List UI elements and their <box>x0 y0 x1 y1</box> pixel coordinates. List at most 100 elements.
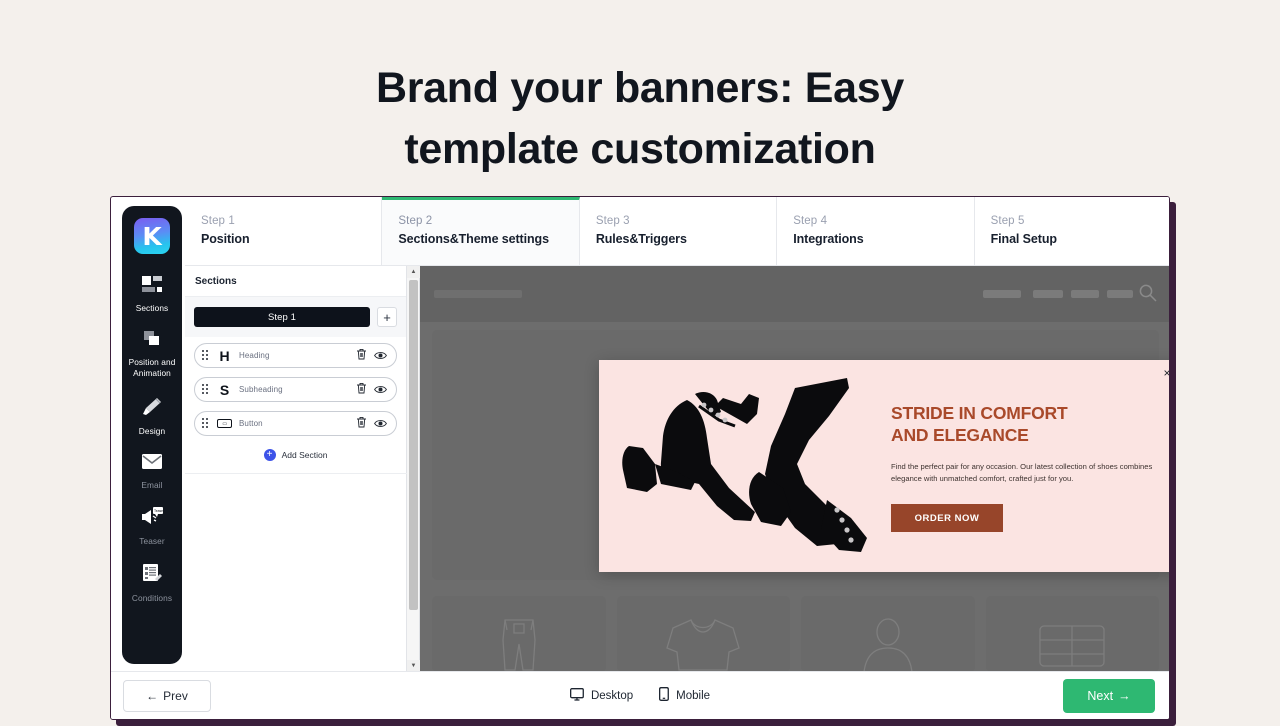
rail-item-label: Position and Animation <box>123 357 181 379</box>
drag-handle-icon[interactable] <box>202 384 210 395</box>
preview-nav-link <box>1071 290 1099 298</box>
desktop-label: Desktop <box>591 690 633 702</box>
rail-item-label: Design <box>139 426 165 437</box>
banner-body-text: Find the perfect pair for any occasion. … <box>891 461 1153 486</box>
mobile-label: Mobile <box>676 690 710 702</box>
rail-item-email[interactable]: Email <box>123 453 181 491</box>
prev-label: Prev <box>163 689 188 703</box>
banner-heading-line2: AND ELEGANCE <box>891 425 1029 445</box>
banner-popup: × <box>599 360 1170 572</box>
step-tab-1[interactable]: Step 1 Position <box>185 197 382 266</box>
svg-text:Teaser: Teaser <box>154 509 164 513</box>
section-item-subheading[interactable]: S Subheading <box>194 377 397 402</box>
rail-item-design[interactable]: Design <box>123 396 181 437</box>
envelope-icon <box>141 453 163 475</box>
rail-item-teaser[interactable]: Teaser Teaser <box>123 507 181 547</box>
panel-scrollbar[interactable]: ▲ ▼ <box>407 266 420 672</box>
section-label: Button <box>239 419 349 428</box>
device-toggle-group: Desktop Mobile <box>570 687 710 704</box>
close-icon[interactable]: × <box>1159 365 1170 381</box>
add-section-button[interactable]: + Add Section <box>194 445 397 461</box>
section-label: Subheading <box>239 385 349 394</box>
visibility-eye-icon[interactable] <box>374 415 387 433</box>
drag-handle-icon[interactable] <box>202 418 210 429</box>
preview-site-nav <box>420 266 1170 322</box>
rail-item-conditions[interactable]: Conditions <box>123 563 181 604</box>
rail-item-label: Teaser <box>139 536 165 547</box>
visibility-eye-icon[interactable] <box>374 347 387 365</box>
sections-icon <box>142 276 162 298</box>
device-toggle-mobile[interactable]: Mobile <box>659 687 710 704</box>
section-list: H Heading <box>185 337 406 461</box>
add-section-label: Add Section <box>282 450 328 460</box>
preview-nav-link <box>983 290 1021 298</box>
heading-icon: H <box>216 348 233 364</box>
visibility-eye-icon[interactable] <box>374 381 387 399</box>
drag-handle-icon[interactable] <box>202 350 210 361</box>
product-card-pants <box>432 596 606 672</box>
preview-nav-link <box>1033 290 1063 298</box>
megaphone-icon: Teaser <box>140 507 164 531</box>
subheading-icon: S <box>216 382 233 398</box>
bottom-toolbar: ← Prev Desktop <box>111 671 1169 719</box>
preview-product-cards <box>432 596 1159 672</box>
panel-divider <box>185 473 407 474</box>
step-number: Step 2 <box>398 215 578 227</box>
product-card-bag <box>986 596 1160 672</box>
prev-button[interactable]: ← Prev <box>123 680 211 712</box>
step-number: Step 3 <box>596 215 776 227</box>
preview-nav-link <box>1107 290 1133 298</box>
delete-icon[interactable] <box>356 347 367 365</box>
page-title-line2: template customization <box>0 119 1280 180</box>
next-button[interactable]: Next → <box>1063 679 1155 713</box>
rail-item-sections[interactable]: Sections <box>123 276 181 314</box>
step-label: Integrations <box>793 232 973 246</box>
device-toggle-desktop[interactable]: Desktop <box>570 688 633 704</box>
rail-item-position-and-animation[interactable]: Position and Animation <box>123 330 181 379</box>
section-label: Heading <box>239 351 349 360</box>
brush-icon <box>141 396 163 421</box>
step-number: Step 1 <box>201 215 381 227</box>
add-step-button[interactable]: + <box>377 307 397 327</box>
prev-arrow-icon: ← <box>146 689 158 703</box>
step-chip[interactable]: Step 1 <box>194 307 370 327</box>
step-number: Step 4 <box>793 215 973 227</box>
plus-circle-icon: + <box>264 449 276 461</box>
next-label: Next <box>1087 689 1113 703</box>
sections-panel: Sections Step 1 + H Heading <box>185 266 407 672</box>
app-logo[interactable]: K <box>134 218 170 254</box>
step-tab-3[interactable]: Step 3 Rules&Triggers <box>580 197 777 266</box>
section-item-heading[interactable]: H Heading <box>194 343 397 368</box>
rail-item-label: Email <box>141 480 162 491</box>
step-label: Final Setup <box>991 232 1170 246</box>
button-element-icon: ▭ <box>217 419 232 428</box>
scroll-up-arrow-icon[interactable]: ▲ <box>407 266 420 278</box>
step-tab-5[interactable]: Step 5 Final Setup <box>975 197 1170 266</box>
mobile-phone-icon <box>659 687 669 704</box>
preview-canvas: × <box>420 266 1170 672</box>
banner-heading: STRIDE IN COMFORT AND ELEGANCE <box>891 402 1170 447</box>
page-title-line1: Brand your banners: Easy <box>376 64 904 112</box>
banner-heading-line1: STRIDE IN COMFORT <box>891 403 1067 423</box>
section-item-button[interactable]: ▭ Button <box>194 411 397 436</box>
step-tab-4[interactable]: Step 4 Integrations <box>777 197 974 266</box>
delete-icon[interactable] <box>356 381 367 399</box>
banner-shoes-image <box>599 360 891 572</box>
desktop-monitor-icon <box>570 688 584 704</box>
product-card-person <box>801 596 975 672</box>
left-icon-rail: K Sections <box>122 206 182 664</box>
scrollbar-thumb[interactable] <box>409 280 418 610</box>
next-arrow-icon: → <box>1118 689 1131 703</box>
preview-site-logo <box>434 290 522 298</box>
order-now-button[interactable]: ORDER NOW <box>891 504 1003 532</box>
position-animation-icon <box>142 330 162 352</box>
product-card-sweater <box>617 596 791 672</box>
step-label: Position <box>201 232 381 246</box>
delete-icon[interactable] <box>356 415 367 433</box>
page-title: Brand your banners: Easy template custom… <box>0 0 1280 180</box>
app-frame: Step 1 Position Step 2 Sections&Theme se… <box>110 196 1170 720</box>
step-tab-2[interactable]: Step 2 Sections&Theme settings <box>382 197 579 266</box>
rail-item-label: Conditions <box>132 593 172 604</box>
step-label: Rules&Triggers <box>596 232 776 246</box>
conditions-document-icon <box>141 563 163 588</box>
